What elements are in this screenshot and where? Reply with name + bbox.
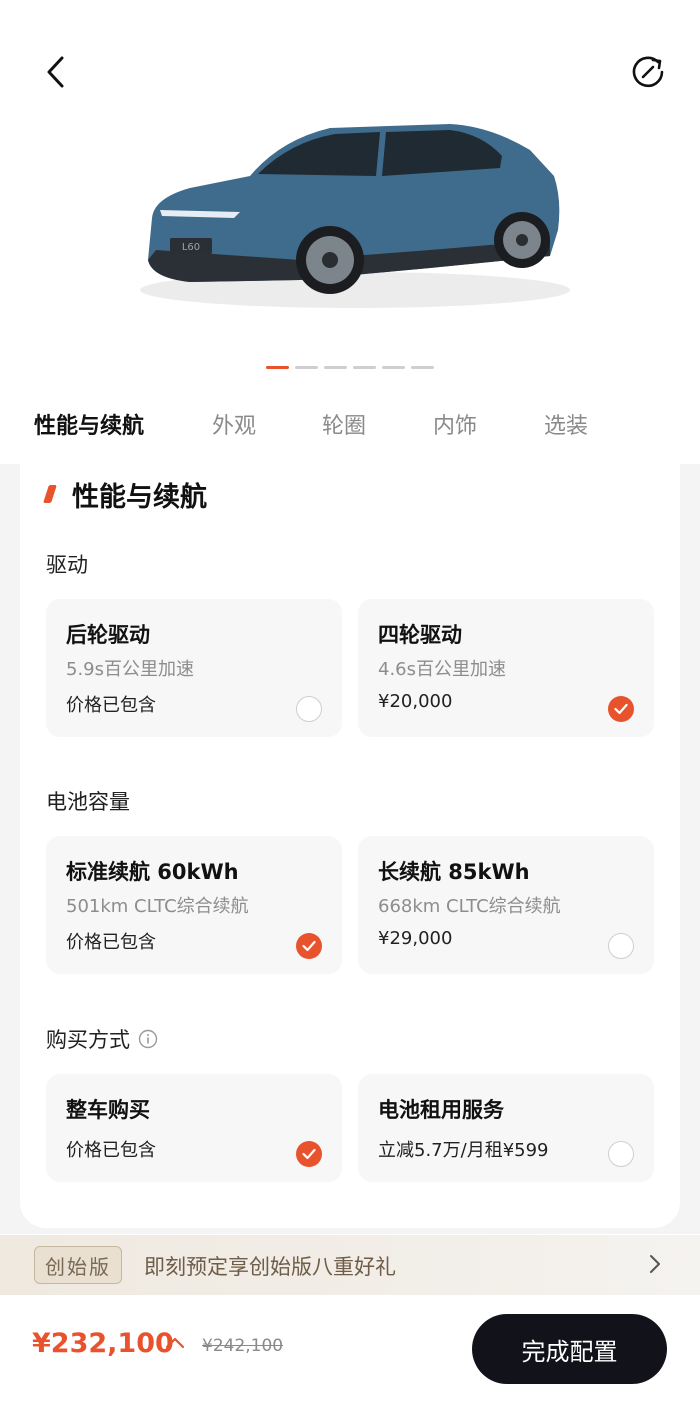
purchase-method-text: 购买方式 (46, 1028, 130, 1052)
config-tabs: 性能与续航 外观 轮圈 内饰 选装 (0, 408, 700, 452)
option-price: 价格已包含 (66, 932, 156, 953)
option-title: 整车购买 (66, 1098, 150, 1122)
tab-wheels[interactable]: 轮圈 (322, 408, 366, 440)
section-title-text: 性能与续航 (72, 481, 207, 513)
chevron-up-icon[interactable] (164, 1336, 186, 1350)
carousel-dot[interactable] (353, 366, 376, 369)
founder-edition-promo[interactable]: 创始版 即刻预定享创始版八重好礼 (0, 1235, 700, 1295)
bottom-bar: ¥232,100 ¥242,100 完成配置 (0, 1296, 700, 1422)
back-button[interactable] (36, 52, 76, 92)
check-icon (614, 703, 628, 715)
reset-config-button[interactable] (628, 52, 668, 92)
tab-exterior[interactable]: 外观 (212, 408, 256, 440)
option-all-wheel-drive[interactable]: 四轮驱动 4.6s百公里加速 ¥20,000 (358, 599, 654, 737)
carousel-dot[interactable] (382, 366, 405, 369)
option-long-range[interactable]: 长续航 85kWh 668km CLTC综合续航 ¥29,000 (358, 836, 654, 974)
license-plate: L60 (182, 242, 200, 253)
refresh-icon (632, 56, 664, 88)
purchase-method-label: 购买方式 (46, 1024, 158, 1054)
option-title: 电池租用服务 (378, 1098, 504, 1122)
option-battery-rental[interactable]: 电池租用服务 立减5.7万/月租¥599 (358, 1074, 654, 1182)
radio-checked[interactable] (296, 1141, 322, 1167)
option-subtitle: 501km CLTC综合续航 (66, 896, 249, 917)
option-subtitle: 668km CLTC综合续航 (378, 896, 561, 917)
drive-label: 驱动 (46, 553, 88, 577)
option-price: 价格已包含 (66, 1140, 156, 1161)
radio-unchecked[interactable] (608, 1141, 634, 1167)
car-illustration: L60 (140, 124, 570, 308)
tab-performance-range[interactable]: 性能与续航 (34, 408, 144, 440)
finish-config-button[interactable]: 完成配置 (472, 1314, 667, 1384)
section-accent-mark (43, 485, 57, 503)
check-icon (302, 1148, 316, 1160)
original-price: ¥242,100 (202, 1336, 284, 1356)
promo-badge: 创始版 (34, 1246, 122, 1284)
option-price: ¥20,000 (378, 691, 453, 712)
radio-unchecked[interactable] (296, 696, 322, 722)
option-price: 立减5.7万/月租¥599 (378, 1140, 549, 1161)
tab-interior[interactable]: 内饰 (433, 408, 477, 440)
chevron-right-icon (650, 1255, 660, 1273)
chevron-left-icon (47, 56, 64, 88)
option-title: 标准续航 60kWh (66, 860, 239, 884)
car-image: L60 (130, 110, 570, 320)
carousel-dot[interactable] (295, 366, 318, 369)
radio-unchecked[interactable] (608, 933, 634, 959)
section-title: 性能与续航 (43, 474, 207, 514)
option-rear-wheel-drive[interactable]: 后轮驱动 5.9s百公里加速 价格已包含 (46, 599, 342, 737)
total-price: ¥232,100 (32, 1328, 174, 1359)
option-price: 价格已包含 (66, 695, 156, 716)
carousel-dot[interactable] (324, 366, 347, 369)
battery-label: 电池容量 (46, 790, 130, 814)
option-price: ¥29,000 (378, 928, 453, 949)
check-icon (302, 940, 316, 952)
option-subtitle: 4.6s百公里加速 (378, 659, 507, 680)
option-title: 长续航 85kWh (378, 860, 530, 884)
carousel-dot[interactable] (266, 366, 289, 369)
promo-text: 即刻预定享创始版八重好礼 (144, 1255, 396, 1279)
radio-checked[interactable] (296, 933, 322, 959)
option-title: 后轮驱动 (66, 623, 150, 647)
image-carousel-indicator (0, 366, 700, 369)
option-title: 四轮驱动 (378, 623, 462, 647)
carousel-dot[interactable] (411, 366, 434, 369)
option-full-purchase[interactable]: 整车购买 价格已包含 (46, 1074, 342, 1182)
option-standard-range[interactable]: 标准续航 60kWh 501km CLTC综合续航 价格已包含 (46, 836, 342, 974)
tab-options[interactable]: 选装 (544, 408, 588, 440)
radio-checked[interactable] (608, 696, 634, 722)
info-icon[interactable] (138, 1029, 158, 1049)
option-subtitle: 5.9s百公里加速 (66, 659, 195, 680)
